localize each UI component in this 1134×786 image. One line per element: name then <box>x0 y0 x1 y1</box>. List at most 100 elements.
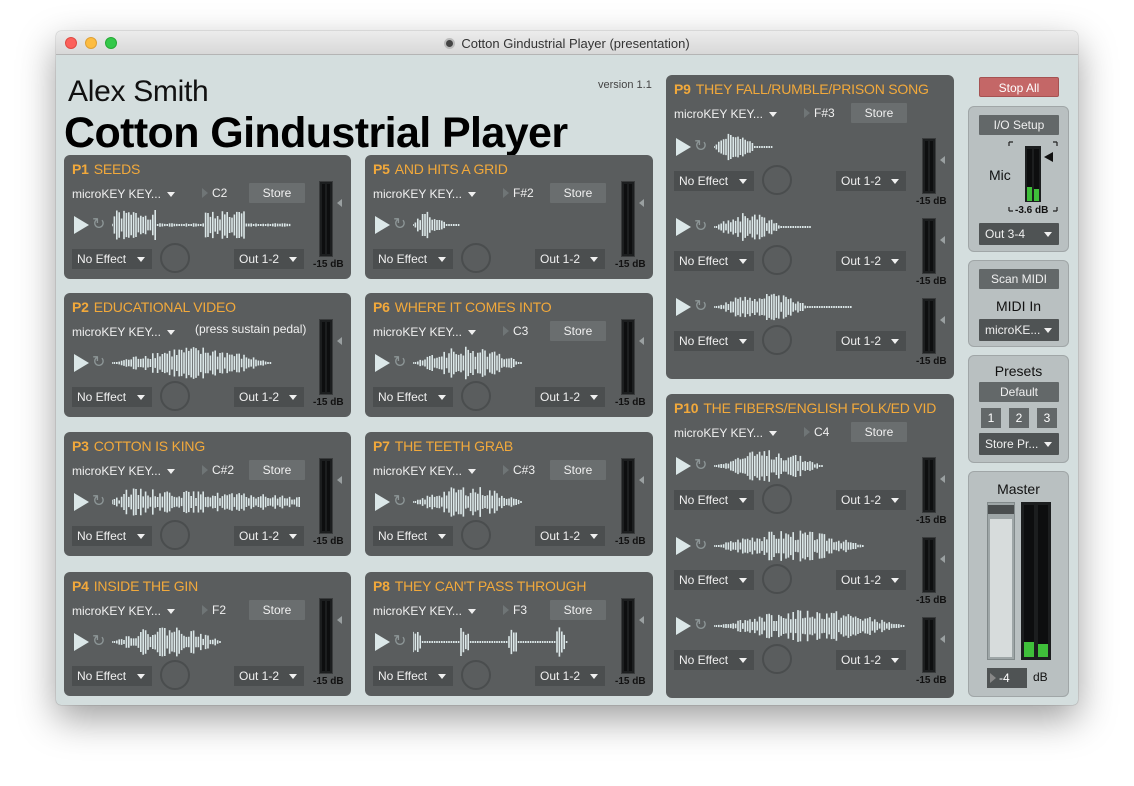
waveform-display[interactable] <box>111 208 292 242</box>
output-select[interactable]: Out 1-2 <box>836 331 906 351</box>
store-button[interactable]: Store <box>249 183 305 203</box>
trigger-note[interactable]: F3 <box>503 603 527 617</box>
preset-1-button[interactable]: 1 <box>981 408 1001 428</box>
waveform-display[interactable] <box>412 625 571 659</box>
store-button[interactable]: Store <box>249 600 305 620</box>
effect-amount-knob[interactable] <box>461 381 491 411</box>
loop-icon[interactable]: ↻ <box>92 493 105 511</box>
effect-amount-knob[interactable] <box>160 520 190 550</box>
effect-select[interactable]: No Effect <box>674 171 754 191</box>
midi-in-select[interactable]: microKE... <box>979 319 1059 341</box>
preset-default-button[interactable]: Default <box>979 382 1059 402</box>
store-button[interactable]: Store <box>550 600 606 620</box>
effect-amount-knob[interactable] <box>762 644 792 674</box>
waveform-display[interactable] <box>412 208 461 242</box>
loop-icon[interactable]: ↻ <box>694 138 707 156</box>
output-select[interactable]: Out 1-2 <box>535 249 605 269</box>
effect-select[interactable]: No Effect <box>674 650 754 670</box>
waveform-display[interactable] <box>713 290 854 324</box>
waveform-display[interactable] <box>713 449 826 483</box>
effect-select[interactable]: No Effect <box>72 666 152 686</box>
play-icon[interactable] <box>74 354 89 372</box>
play-icon[interactable] <box>676 537 691 555</box>
play-icon[interactable] <box>375 633 390 651</box>
effect-select[interactable]: No Effect <box>674 331 754 351</box>
effect-select[interactable]: No Effect <box>72 526 152 546</box>
play-icon[interactable] <box>676 298 691 316</box>
mic-output-select[interactable]: Out 3-4 <box>979 223 1059 245</box>
stop-all-button[interactable]: Stop All <box>979 77 1059 97</box>
play-icon[interactable] <box>375 216 390 234</box>
waveform-display[interactable] <box>412 346 525 380</box>
store-button[interactable]: Store <box>550 460 606 480</box>
output-select[interactable]: Out 1-2 <box>535 526 605 546</box>
play-icon[interactable] <box>676 457 691 475</box>
midi-input-select[interactable]: microKEY KEY... <box>72 464 175 478</box>
play-icon[interactable] <box>676 138 691 156</box>
effect-amount-knob[interactable] <box>461 243 491 273</box>
waveform-display[interactable] <box>713 609 906 643</box>
loop-icon[interactable]: ↻ <box>92 354 105 372</box>
effect-select[interactable]: No Effect <box>373 666 453 686</box>
store-button[interactable]: Store <box>550 321 606 341</box>
effect-select[interactable]: No Effect <box>373 249 453 269</box>
midi-input-select[interactable]: microKEY KEY... <box>373 187 476 201</box>
midi-input-select[interactable]: microKEY KEY... <box>373 464 476 478</box>
master-db-number[interactable]: -4 <box>987 668 1027 688</box>
trigger-note[interactable]: F2 <box>202 603 226 617</box>
loop-icon[interactable]: ↻ <box>393 493 406 511</box>
output-select[interactable]: Out 1-2 <box>234 249 304 269</box>
output-select[interactable]: Out 1-2 <box>535 666 605 686</box>
play-icon[interactable] <box>676 617 691 635</box>
output-select[interactable]: Out 1-2 <box>234 666 304 686</box>
play-icon[interactable] <box>375 354 390 372</box>
output-select[interactable]: Out 1-2 <box>836 570 906 590</box>
effect-select[interactable]: No Effect <box>72 387 152 407</box>
midi-input-select[interactable]: microKEY KEY... <box>674 107 777 121</box>
master-fader-handle[interactable] <box>988 505 1014 514</box>
effect-amount-knob[interactable] <box>762 325 792 355</box>
waveform-display[interactable] <box>412 485 525 519</box>
store-preset-select[interactable]: Store Pr... <box>979 433 1059 455</box>
preset-3-button[interactable]: 3 <box>1037 408 1057 428</box>
effect-select[interactable]: No Effect <box>674 490 754 510</box>
output-select[interactable]: Out 1-2 <box>836 650 906 670</box>
midi-input-select[interactable]: microKEY KEY... <box>72 604 175 618</box>
waveform-display[interactable] <box>713 210 814 244</box>
effect-select[interactable]: No Effect <box>674 251 754 271</box>
midi-input-select[interactable]: microKEY KEY... <box>373 325 476 339</box>
midi-input-select[interactable]: microKEY KEY... <box>373 604 476 618</box>
midi-input-select[interactable]: microKEY KEY... <box>72 325 175 339</box>
loop-icon[interactable]: ↻ <box>92 216 105 234</box>
effect-amount-knob[interactable] <box>762 564 792 594</box>
effect-amount-knob[interactable] <box>160 660 190 690</box>
trigger-note[interactable]: C4 <box>804 425 829 439</box>
trigger-note[interactable]: C3 <box>503 324 528 338</box>
output-select[interactable]: Out 1-2 <box>234 387 304 407</box>
loop-icon[interactable]: ↻ <box>92 633 105 651</box>
trigger-note[interactable]: C#2 <box>202 463 234 477</box>
midi-input-select[interactable]: microKEY KEY... <box>72 187 175 201</box>
midi-input-select[interactable]: microKEY KEY... <box>674 426 777 440</box>
loop-icon[interactable]: ↻ <box>694 617 707 635</box>
effect-select[interactable]: No Effect <box>674 570 754 590</box>
store-button[interactable]: Store <box>851 422 907 442</box>
loop-icon[interactable]: ↻ <box>393 633 406 651</box>
loop-icon[interactable]: ↻ <box>694 537 707 555</box>
play-icon[interactable] <box>74 216 89 234</box>
effect-select[interactable]: No Effect <box>373 526 453 546</box>
loop-icon[interactable]: ↻ <box>694 457 707 475</box>
waveform-display[interactable] <box>713 529 866 563</box>
effect-amount-knob[interactable] <box>762 165 792 195</box>
play-icon[interactable] <box>375 493 390 511</box>
store-button[interactable]: Store <box>249 460 305 480</box>
output-select[interactable]: Out 1-2 <box>836 490 906 510</box>
effect-amount-knob[interactable] <box>160 243 190 273</box>
play-icon[interactable] <box>74 493 89 511</box>
preset-2-button[interactable]: 2 <box>1009 408 1029 428</box>
trigger-note[interactable]: F#2 <box>503 186 534 200</box>
effect-select[interactable]: No Effect <box>373 387 453 407</box>
effect-amount-knob[interactable] <box>461 660 491 690</box>
trigger-note[interactable]: C2 <box>202 186 227 200</box>
io-setup-button[interactable]: I/O Setup <box>979 115 1059 135</box>
